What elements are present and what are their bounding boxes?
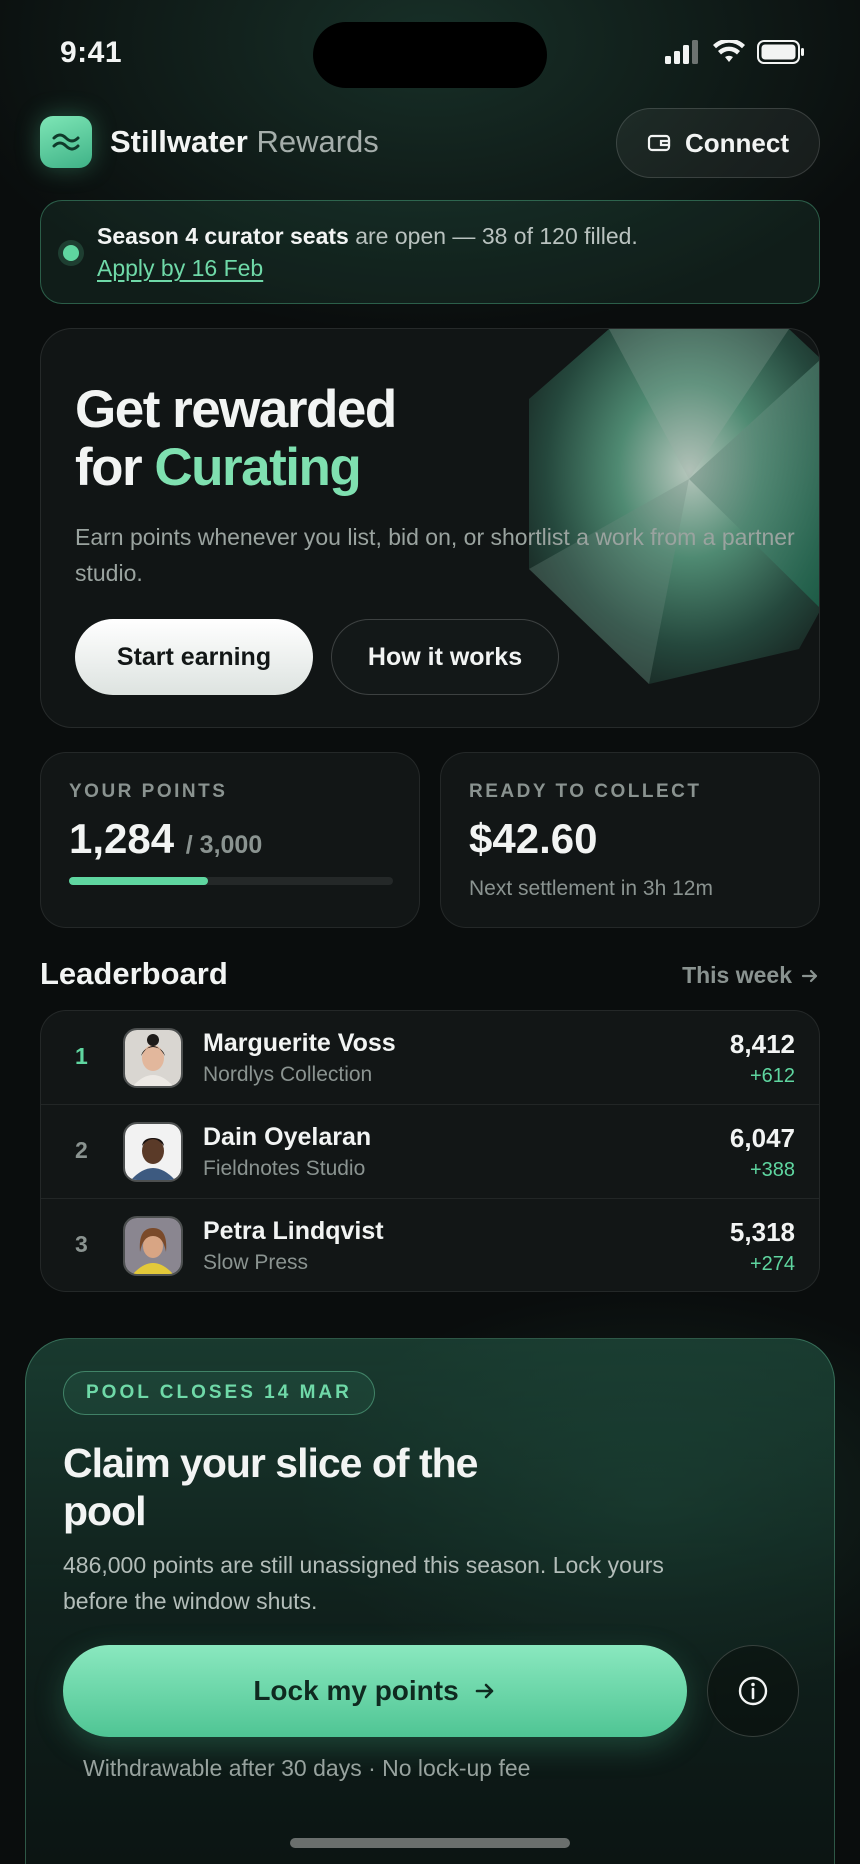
- points-label: YOUR POINTS: [69, 781, 228, 802]
- connect-button[interactable]: Connect: [616, 108, 820, 178]
- points-card: YOUR POINTS 1,284 / 3,000: [40, 752, 420, 928]
- curator-points: 8,412: [729, 1029, 795, 1059]
- points-value-line: 1,284 / 3,000: [69, 815, 262, 863]
- app-header: Stillwater Rewards Connect: [40, 108, 820, 178]
- info-button[interactable]: [707, 1645, 799, 1737]
- signal-icon: [665, 40, 698, 64]
- settlement-note: Next settlement in 3h 12m: [469, 877, 713, 900]
- wallet-icon: [647, 134, 671, 152]
- brand-name: Stillwater: [110, 124, 248, 159]
- avatar: [123, 1216, 183, 1276]
- info-icon: [738, 1676, 768, 1706]
- pool-description: 486,000 points are still unassigned this…: [63, 1552, 664, 1614]
- pool-footnote: Withdrawable after 30 days · No lock-up …: [83, 1755, 531, 1781]
- wifi-icon: [713, 40, 745, 62]
- how-it-works-button[interactable]: How it works: [331, 619, 559, 695]
- rank: 2: [75, 1137, 88, 1163]
- leaderboard-row[interactable]: 3 Petra Lindqvist Slow Press 5,318 +274: [41, 1199, 819, 1291]
- season-announcement: Season 4 curator seats are open — 38 of …: [40, 200, 820, 304]
- collect-card: READY TO COLLECT $42.60 Next settlement …: [440, 752, 820, 928]
- curator-delta: +388: [749, 1159, 795, 1181]
- this-week-label: This week: [682, 962, 792, 988]
- collect-label: READY TO COLLECT: [469, 781, 702, 802]
- curator-points: 5,318: [729, 1217, 795, 1247]
- status-time: 9:41: [60, 36, 123, 69]
- wave-logo-icon: [40, 116, 92, 168]
- curator-delta: +612: [749, 1065, 795, 1087]
- leaderboard-row[interactable]: 2 Dain Oyelaran Fieldnotes Studio 6,047 …: [41, 1105, 819, 1199]
- status-bar: 9:41: [0, 0, 860, 100]
- start-earning-button[interactable]: Start earning: [75, 619, 313, 695]
- curator-name: Marguerite Voss: [203, 1029, 396, 1057]
- hero-description: Earn points whenever you list, bid on, o…: [75, 524, 795, 586]
- hero-title-line1: Get rewarded: [75, 380, 397, 439]
- home-indicator[interactable]: [290, 1838, 570, 1848]
- hero-title-prefix: for: [75, 438, 155, 497]
- arrow-right-icon: [801, 969, 818, 982]
- avatar: [123, 1028, 183, 1088]
- arrow-right-icon: [475, 1683, 493, 1699]
- hero-title-accent: Curating: [154, 438, 361, 497]
- apply-link[interactable]: Apply by 16 Feb: [97, 255, 263, 282]
- curator-name: Petra Lindqvist: [203, 1217, 384, 1245]
- curator-points: 6,047: [729, 1123, 795, 1153]
- lock-points-label: Lock my points: [253, 1675, 459, 1706]
- pool-card: POOL CLOSES 14 MAR Claim your slice of t…: [25, 1338, 835, 1864]
- hero-title-line2: for Curating: [75, 439, 396, 497]
- this-week-link[interactable]: This week: [682, 962, 820, 989]
- leaderboard-list: 1 Marguerite Voss Nordlys Collection 8,4…: [40, 1010, 820, 1292]
- curator-name: Dain Oyelaran: [203, 1123, 372, 1151]
- leaderboard-row[interactable]: 1 Marguerite Voss Nordlys Collection 8,4…: [41, 1011, 819, 1105]
- hero-title: Get rewarded for Curating: [75, 380, 397, 497]
- curator-studio: Nordlys Collection: [203, 1063, 373, 1086]
- avatar: [123, 1122, 183, 1182]
- dynamic-island: [313, 22, 547, 88]
- curator-delta: +274: [749, 1253, 795, 1275]
- collect-value: $42.60: [469, 815, 598, 862]
- points-progress-fill: [69, 877, 208, 885]
- curator-studio: Slow Press: [203, 1251, 309, 1274]
- brand-suffix: Rewards: [256, 124, 379, 159]
- curator-studio: Fieldnotes Studio: [203, 1157, 366, 1180]
- rank: 1: [75, 1043, 88, 1069]
- connect-label: Connect: [685, 127, 789, 158]
- live-dot-icon: [63, 245, 79, 261]
- points-progress-bar: [69, 877, 393, 885]
- points-value: 1,284: [69, 815, 175, 862]
- announcement-body: are open — 38 of 120 filled.: [348, 223, 638, 249]
- pool-deadline-badge: POOL CLOSES 14 MAR: [63, 1371, 375, 1415]
- lock-points-button[interactable]: Lock my points: [63, 1645, 687, 1737]
- rank: 3: [75, 1231, 88, 1257]
- hero-card: Get rewarded for Curating Earn points wh…: [40, 328, 820, 728]
- announcement-text: Season 4 curator seats are open — 38 of …: [97, 223, 638, 250]
- points-total: / 3,000: [185, 831, 263, 859]
- announcement-bold: Season 4 curator seats: [97, 223, 349, 249]
- pool-title: Claim your slice of the pool: [63, 1440, 478, 1534]
- battery-icon: [757, 40, 804, 64]
- leaderboard-title: Leaderboard: [40, 956, 228, 991]
- brand-title: Stillwater Rewards: [110, 124, 379, 160]
- status-icons: [665, 40, 805, 64]
